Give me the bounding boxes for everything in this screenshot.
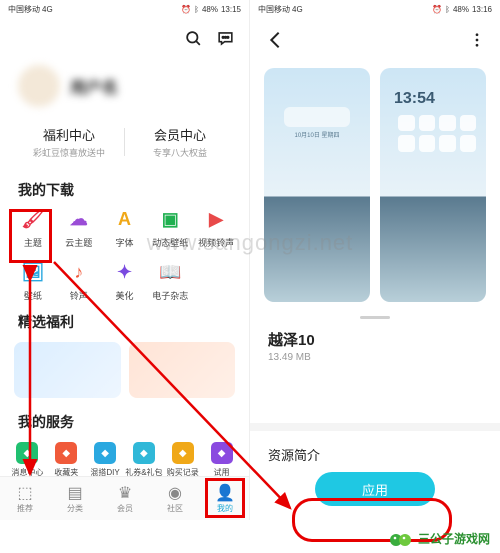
theme-previews: 10月10日 星期四 13:54 bbox=[250, 62, 500, 308]
preview-date: 10月10日 星期四 bbox=[294, 130, 339, 139]
avatar[interactable] bbox=[18, 65, 60, 107]
service-item-试用[interactable]: ◆试用 bbox=[202, 442, 241, 478]
resource-intro-title: 资源简介 bbox=[268, 445, 482, 464]
download-icon: ☁ bbox=[66, 206, 92, 232]
bluetooth-icon: ᛒ bbox=[445, 5, 450, 14]
service-item-消息中心[interactable]: ◆消息中心 bbox=[8, 442, 47, 478]
welfare-banners bbox=[0, 338, 249, 402]
chat-icon[interactable] bbox=[215, 28, 235, 48]
time-label: 13:15 bbox=[221, 5, 241, 14]
preview-wallpaper bbox=[386, 172, 480, 296]
download-icon: 📖 bbox=[157, 259, 183, 285]
download-item-美化[interactable]: ✦美化 bbox=[102, 259, 148, 302]
service-icon: ◆ bbox=[172, 442, 194, 464]
download-item-电子杂志[interactable]: 📖电子杂志 bbox=[147, 259, 193, 302]
nav-推荐[interactable]: ⬚推荐 bbox=[0, 477, 50, 520]
header-actions bbox=[0, 18, 249, 58]
brand-logo-icon bbox=[389, 529, 413, 547]
service-icon: ◆ bbox=[133, 442, 155, 464]
download-icon: 🖌 bbox=[20, 206, 46, 232]
nav-icon: ⬚ bbox=[16, 484, 34, 502]
download-icon: ▣ bbox=[157, 206, 183, 232]
downloads-grid: 🖌主题☁云主题A字体▣动态壁纸▶视频铃声 🖼壁纸♪铃声✦美化📖电子杂志 bbox=[0, 206, 249, 302]
username: 用户名 bbox=[70, 74, 118, 98]
preview-wallpaper bbox=[270, 172, 364, 296]
bottom-nav: ⬚推荐▤分类♛会员◉社区👤我的 bbox=[0, 476, 250, 520]
service-item-礼券&礼包[interactable]: ◆礼券&礼包 bbox=[124, 442, 163, 478]
download-item-字体[interactable]: A字体 bbox=[102, 206, 148, 249]
back-icon[interactable] bbox=[264, 29, 286, 51]
status-bar: 中国移动 4G ⏰ ᛒ 48% 13:15 bbox=[0, 0, 249, 18]
download-icon: 🖼 bbox=[20, 259, 46, 285]
welfare-banner-2[interactable] bbox=[129, 342, 236, 398]
service-icon: ◆ bbox=[211, 442, 233, 464]
services-title: 我的服务 bbox=[0, 402, 249, 438]
brand-text: 三公子游戏网 bbox=[418, 530, 490, 547]
detail-header bbox=[250, 18, 500, 62]
download-item-主题[interactable]: 🖌主题 bbox=[10, 206, 56, 249]
welfare-banner-1[interactable] bbox=[14, 342, 121, 398]
preview-lockscreen[interactable]: 10月10日 星期四 bbox=[264, 68, 370, 302]
battery-label: 48% bbox=[202, 5, 218, 14]
download-item-铃声[interactable]: ♪铃声 bbox=[56, 259, 102, 302]
download-icon: ▶ bbox=[203, 206, 229, 232]
carrier-label: 中国移动 bbox=[8, 4, 40, 15]
battery-label: 48% bbox=[453, 5, 469, 14]
nav-社区[interactable]: ◉社区 bbox=[150, 477, 200, 520]
signal-label: 4G bbox=[42, 5, 53, 14]
service-icon: ◆ bbox=[94, 442, 116, 464]
member-center[interactable]: 会员中心 专享八大权益 bbox=[125, 125, 235, 159]
theme-detail-screen: 中国移动 4G ⏰ ᛒ 48% 13:16 bbox=[250, 0, 500, 520]
service-item-混搭DIY[interactable]: ◆混搭DIY bbox=[86, 442, 125, 478]
service-icon: ◆ bbox=[55, 442, 77, 464]
download-item-动态壁纸[interactable]: ▣动态壁纸 bbox=[147, 206, 193, 249]
welfare-center[interactable]: 福利中心 彩虹豆惊喜放送中 bbox=[14, 125, 124, 159]
profile-screen: 中国移动 4G ⏰ ᛒ 48% 13:15 用户名 福利中心 bbox=[0, 0, 250, 520]
nav-icon: 👤 bbox=[216, 484, 234, 502]
download-icon: A bbox=[111, 206, 137, 232]
download-icon: ✦ bbox=[111, 259, 137, 285]
service-item-购买记录[interactable]: ◆购买记录 bbox=[163, 442, 202, 478]
download-icon: ♪ bbox=[66, 259, 92, 285]
signal-label: 4G bbox=[292, 5, 303, 14]
status-bar: 中国移动 4G ⏰ ᛒ 48% 13:16 bbox=[250, 0, 500, 18]
preview-time: 13:54 bbox=[394, 90, 435, 108]
downloads-title: 我的下载 bbox=[0, 170, 249, 206]
welfare-title: 精选福利 bbox=[0, 302, 249, 338]
download-item-云主题[interactable]: ☁云主题 bbox=[56, 206, 102, 249]
time-label: 13:16 bbox=[472, 5, 492, 14]
carrier-label: 中国移动 bbox=[258, 4, 290, 15]
nav-icon: ◉ bbox=[166, 484, 184, 502]
bluetooth-icon: ᛒ bbox=[194, 5, 199, 14]
nav-icon: ♛ bbox=[116, 484, 134, 502]
theme-size: 13.49 MB bbox=[250, 352, 500, 363]
service-icon: ◆ bbox=[16, 442, 38, 464]
alarm-icon: ⏰ bbox=[181, 5, 191, 14]
nav-分类[interactable]: ▤分类 bbox=[50, 477, 100, 520]
theme-name: 越泽10 bbox=[250, 319, 500, 352]
alarm-icon: ⏰ bbox=[432, 5, 442, 14]
profile-area[interactable]: 用户名 bbox=[0, 58, 249, 114]
nav-会员[interactable]: ♛会员 bbox=[100, 477, 150, 520]
preview-widget bbox=[284, 107, 350, 127]
centers-row: 福利中心 彩虹豆惊喜放送中 会员中心 专享八大权益 bbox=[14, 118, 235, 166]
service-item-收藏夹[interactable]: ◆收藏夹 bbox=[47, 442, 86, 478]
nav-icon: ▤ bbox=[66, 484, 84, 502]
download-item-视频铃声[interactable]: ▶视频铃声 bbox=[193, 206, 239, 249]
download-item-壁纸[interactable]: 🖼壁纸 bbox=[10, 259, 56, 302]
brand-footer: 三公子游戏网 bbox=[389, 529, 490, 547]
more-icon[interactable] bbox=[468, 31, 486, 49]
preview-homescreen[interactable]: 13:54 bbox=[380, 68, 486, 302]
search-icon[interactable] bbox=[183, 28, 203, 48]
nav-我的[interactable]: 👤我的 bbox=[200, 477, 250, 520]
apply-button[interactable]: 应用 bbox=[315, 472, 435, 506]
